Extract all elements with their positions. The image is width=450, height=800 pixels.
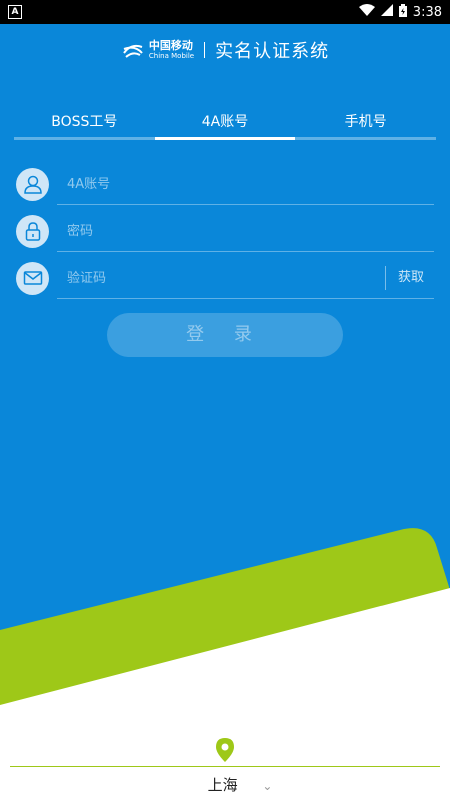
status-time: 3:38 — [412, 4, 442, 20]
lock-icon — [16, 214, 49, 248]
tab-label: BOSS工号 — [51, 114, 118, 130]
signal-icon — [380, 4, 393, 20]
account-input[interactable] — [57, 175, 434, 193]
notification-icon: A — [8, 5, 22, 19]
password-field-row — [16, 211, 434, 252]
tab-phone-number[interactable]: 手机号 — [295, 108, 437, 140]
tab-boss-account[interactable]: BOSS工号 — [14, 108, 155, 140]
location-divider — [10, 766, 440, 767]
battery-icon — [398, 3, 407, 21]
tab-label: 4A账号 — [201, 114, 249, 130]
verification-field-row: 获取 — [16, 258, 434, 299]
brand-name-en: China Mobile — [148, 52, 195, 60]
status-bar: A 3:38 — [0, 0, 450, 24]
login-button[interactable]: 登 录 — [107, 313, 343, 357]
password-input[interactable] — [57, 222, 434, 240]
tab-label: 手机号 — [344, 114, 387, 130]
user-icon — [16, 167, 49, 201]
verification-code-input[interactable] — [57, 269, 434, 287]
login-type-tabs: BOSS工号 4A账号 手机号 — [14, 108, 437, 140]
logo-divider — [204, 42, 206, 58]
header: 中国移动 China Mobile 实名认证系统 — [0, 36, 450, 64]
wifi-icon — [358, 4, 375, 20]
city-select[interactable]: 上海 ⌄ — [0, 774, 450, 795]
tab-underline — [295, 137, 437, 140]
location-pin-icon — [216, 738, 234, 762]
chevron-down-icon: ⌄ — [262, 779, 273, 793]
tab-4a-account[interactable]: 4A账号 — [154, 108, 296, 140]
brand-name-cn: 中国移动 — [148, 39, 193, 52]
china-mobile-logo-icon — [123, 44, 143, 58]
get-code-button[interactable]: 获取 — [384, 266, 434, 290]
mail-icon — [16, 261, 49, 295]
page-title: 实名认证系统 — [215, 41, 330, 62]
city-label: 上海 — [207, 776, 238, 794]
tab-underline-active — [154, 137, 296, 140]
tab-underline — [14, 137, 155, 140]
china-mobile-logo: 中国移动 China Mobile — [121, 39, 194, 61]
account-field-row — [16, 164, 434, 205]
